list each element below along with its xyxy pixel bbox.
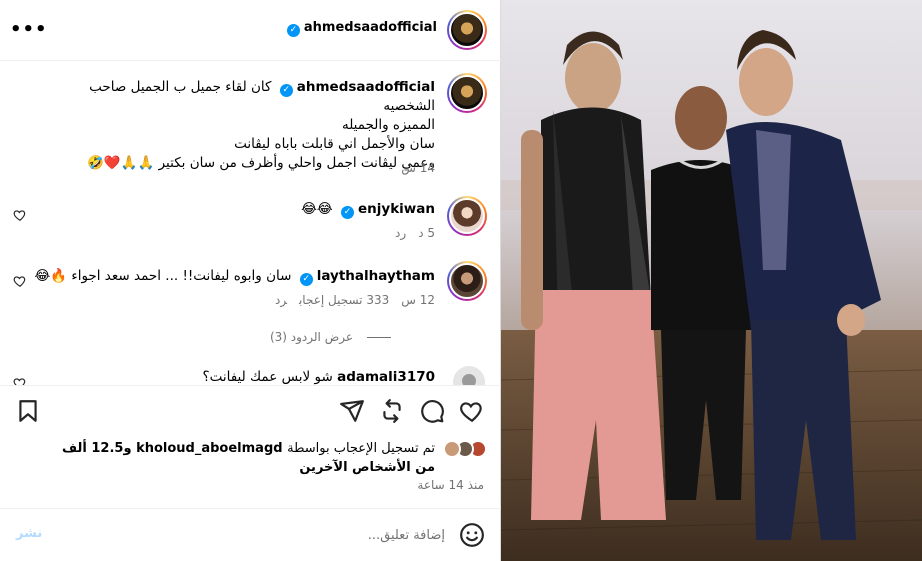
- verified-icon: ✓: [279, 84, 293, 97]
- comment-like-icon[interactable]: [13, 274, 27, 288]
- comment-username[interactable]: laythalhaytham: [317, 268, 435, 284]
- emoji-icon[interactable]: [459, 522, 485, 548]
- save-bookmark-icon[interactable]: [15, 398, 41, 424]
- caption-username[interactable]: ahmedsaadofficial: [297, 79, 435, 95]
- header-avatar[interactable]: [447, 10, 487, 50]
- post-panel: ••• ✓ ahmedsaadofficial ahmedsaadofficial…: [0, 0, 501, 561]
- more-options-button[interactable]: •••: [10, 18, 47, 42]
- comments-list[interactable]: ahmedsaadofficial✓ كان لقاء جميل ب الجمي…: [0, 62, 501, 385]
- post-photo: [501, 0, 922, 561]
- comment-avatar-enjykiwan[interactable]: [447, 196, 487, 236]
- repost-icon[interactable]: [379, 398, 405, 424]
- verified-icon: ✓: [299, 273, 313, 286]
- caption-text: ahmedsaadofficial✓ كان لقاء جميل ب الجمي…: [87, 79, 435, 171]
- comment-icon[interactable]: [419, 398, 445, 424]
- reply-button[interactable]: رد: [395, 226, 406, 240]
- liker-avatar[interactable]: [443, 440, 461, 458]
- comment-avatar-adamali3170[interactable]: [453, 366, 485, 385]
- comment-item: enjykiwan✓ 😂😂: [301, 201, 435, 219]
- header-username[interactable]: ✓ ahmedsaadofficial: [283, 20, 437, 37]
- comment-username[interactable]: enjykiwan: [358, 201, 435, 217]
- post-header: ••• ✓ ahmedsaadofficial: [0, 0, 501, 61]
- verified-icon: ✓: [341, 206, 354, 219]
- like-heart-icon[interactable]: [459, 398, 485, 424]
- verified-icon: ✓: [286, 24, 300, 37]
- comment-username[interactable]: adamali3170: [337, 369, 435, 385]
- comment-like-icon[interactable]: [13, 376, 27, 385]
- comment-like-icon[interactable]: [13, 208, 27, 222]
- action-bar: [0, 385, 501, 437]
- comment-input[interactable]: [70, 523, 445, 547]
- likes-count-button[interactable]: 333 تسجيل إعجاب: [299, 293, 389, 307]
- comment-meta: 12 س333 تسجيل إعجابرد: [275, 293, 435, 307]
- header-username-link[interactable]: ahmedsaadofficial: [304, 20, 437, 35]
- caption-time: 14 س: [401, 161, 435, 175]
- view-replies-button[interactable]: عرض الردود (3): [270, 330, 391, 344]
- post-image[interactable]: [501, 0, 922, 561]
- comment-item: adamali3170 شو لابس عمك ليفانت؟: [202, 369, 435, 385]
- comment-item: laythalhaytham✓ سان وابوه ليفانت!! ... ا…: [34, 268, 435, 286]
- add-comment-bar: نشر: [0, 508, 501, 561]
- likes-summary: تم تسجيل الإعجاب بواسطة kholoud_aboelmag…: [0, 437, 501, 477]
- caption-avatar[interactable]: [447, 73, 487, 113]
- share-icon[interactable]: [339, 398, 365, 424]
- liker-username[interactable]: kholoud_aboelmagd: [136, 441, 283, 456]
- comment-meta: 5 درد: [395, 226, 435, 240]
- likes-text: تم تسجيل الإعجاب بواسطة kholoud_aboelmag…: [62, 441, 435, 475]
- comment-avatar-laythalhaytham[interactable]: [447, 261, 487, 301]
- reply-button[interactable]: رد: [275, 293, 287, 307]
- replies-divider: [367, 337, 391, 338]
- post-timestamp: منذ 14 ساعة: [417, 478, 484, 492]
- post-comment-button[interactable]: نشر: [16, 526, 42, 541]
